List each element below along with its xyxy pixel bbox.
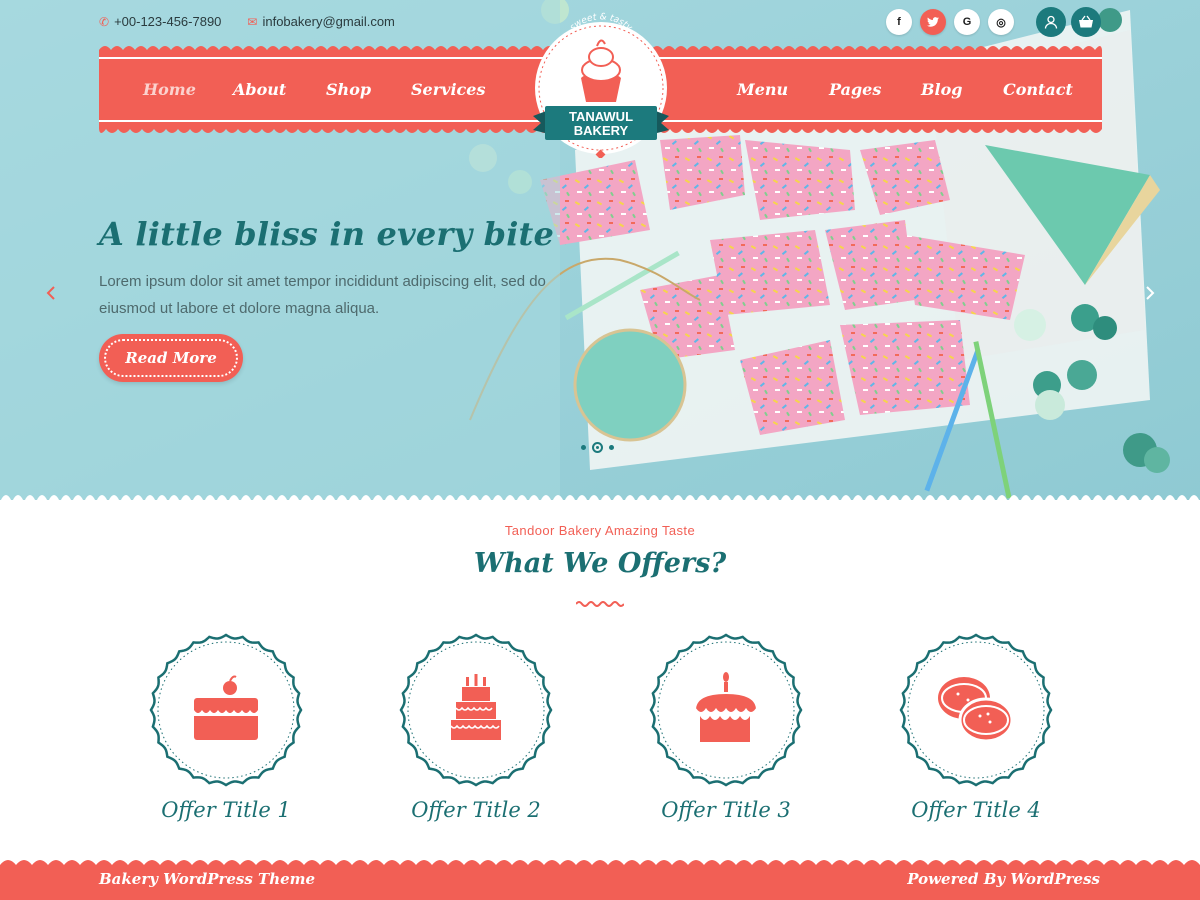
logo-name-line1: TANAWUL bbox=[569, 109, 633, 124]
macaron-icon bbox=[938, 677, 1014, 743]
google-icon: G bbox=[962, 16, 972, 28]
hero-description: Lorem ipsum dolor sit amet tempor incidi… bbox=[99, 273, 546, 317]
nav-link-about[interactable]: About bbox=[233, 80, 286, 99]
social-links: f G ◎ bbox=[886, 9, 1014, 35]
offer-title: Offer Title 3 bbox=[661, 798, 791, 822]
email-contact[interactable]: ✉ infobakery@gmail.com bbox=[247, 14, 394, 29]
read-more-label: Read More bbox=[125, 349, 217, 367]
cake-slice-icon bbox=[194, 675, 258, 740]
instagram-button[interactable]: ◎ bbox=[988, 9, 1014, 35]
basket-icon bbox=[1079, 15, 1093, 28]
twitter-button[interactable] bbox=[920, 9, 946, 35]
phone-contact[interactable]: ✆ +00-123-456-7890 bbox=[99, 14, 221, 29]
google-button[interactable]: G bbox=[954, 9, 980, 35]
envelope-icon: ✉ bbox=[247, 14, 258, 29]
offer-badge bbox=[399, 633, 553, 787]
tiered-cake-icon bbox=[450, 674, 501, 740]
offer-badge bbox=[149, 633, 303, 787]
phone-number: +00-123-456-7890 bbox=[114, 14, 222, 29]
account-button[interactable] bbox=[1036, 7, 1066, 37]
email-address: infobakery@gmail.com bbox=[262, 14, 395, 29]
user-icon bbox=[1044, 15, 1058, 29]
section-title: What We Offers? bbox=[473, 548, 727, 579]
nav-link-blog[interactable]: Blog bbox=[921, 80, 962, 99]
facebook-button[interactable]: f bbox=[886, 9, 912, 35]
hero-scallop-edge bbox=[0, 495, 1200, 500]
section-subtitle: Tandoor Bakery Amazing Taste bbox=[504, 523, 696, 538]
nav-link-services[interactable]: Services bbox=[411, 80, 485, 99]
offer-card-3[interactable]: Offer Title 3 bbox=[646, 630, 806, 822]
facebook-icon: f bbox=[897, 16, 901, 28]
offer-card-2[interactable]: Offer Title 2 bbox=[396, 630, 556, 822]
offer-badge bbox=[899, 633, 1053, 787]
hero-title: A little bliss in every bite bbox=[99, 215, 555, 253]
slider-dot-3[interactable] bbox=[609, 445, 614, 450]
slider-pagination bbox=[581, 442, 614, 453]
nav-link-home[interactable]: Home bbox=[143, 80, 196, 99]
offer-title: Offer Title 1 bbox=[161, 798, 291, 822]
offer-card-4[interactable]: Offer Title 4 bbox=[896, 630, 1056, 822]
twitter-icon bbox=[927, 17, 939, 27]
footer-theme-name: Bakery WordPress Theme bbox=[99, 870, 316, 888]
offer-badge bbox=[649, 633, 803, 787]
offer-title: Offer Title 4 bbox=[911, 798, 1041, 822]
topbar-contact: ✆ +00-123-456-7890 ✉ infobakery@gmail.co… bbox=[99, 14, 395, 29]
offer-card-1[interactable]: Offer Title 1 bbox=[146, 630, 306, 822]
chevron-right-icon[interactable] bbox=[1143, 283, 1157, 303]
offer-title: Offer Title 2 bbox=[411, 798, 541, 822]
read-more-button[interactable]: Read More bbox=[99, 334, 243, 382]
nav-link-shop[interactable]: Shop bbox=[326, 80, 371, 99]
instagram-icon: ◎ bbox=[996, 16, 1006, 29]
nav-link-pages[interactable]: Pages bbox=[829, 80, 881, 99]
phone-icon: ✆ bbox=[99, 14, 110, 29]
slider-dot-2[interactable] bbox=[592, 442, 603, 453]
nav-link-menu[interactable]: Menu bbox=[737, 80, 788, 99]
account-actions bbox=[1036, 7, 1101, 37]
birthday-cake-icon bbox=[696, 672, 756, 742]
cart-button[interactable] bbox=[1071, 7, 1101, 37]
site-logo[interactable]: sweet & tasty TANAWUL BAKERY bbox=[531, 10, 671, 158]
slider-dot-1[interactable] bbox=[581, 445, 586, 450]
logo-name-line2: BAKERY bbox=[574, 123, 629, 138]
title-divider bbox=[576, 601, 624, 607]
nav-link-contact[interactable]: Contact bbox=[1003, 80, 1073, 99]
hero-slider: ✆ +00-123-456-7890 ✉ infobakery@gmail.co… bbox=[0, 0, 1200, 500]
chevron-left-icon[interactable] bbox=[44, 283, 58, 303]
footer-credit[interactable]: Powered By WordPress bbox=[907, 870, 1100, 888]
